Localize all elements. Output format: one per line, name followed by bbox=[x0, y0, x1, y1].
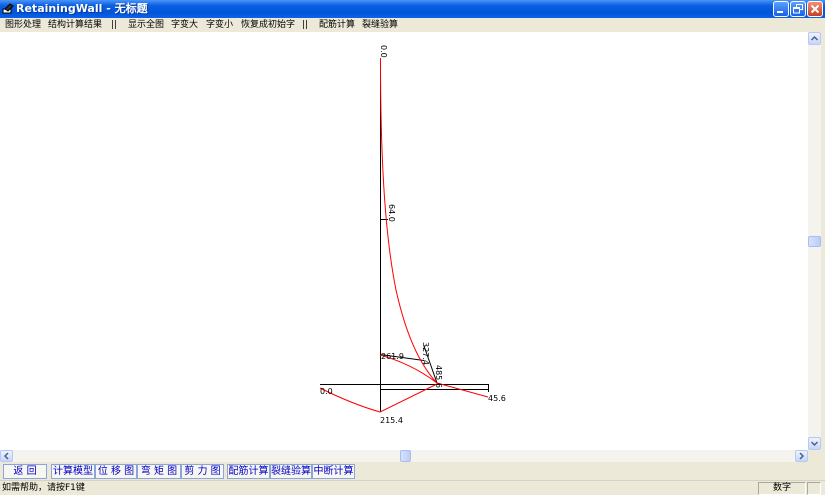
scroll-left-icon bbox=[3, 452, 9, 460]
bottom-toolbar: 返 回 计算模型 位 移 图 弯 矩 图 剪 力 图 配筋计算 裂缝验算 中断计… bbox=[0, 462, 825, 480]
scroll-right-icon-arrow bbox=[799, 452, 805, 460]
reinforcement-calc-tab[interactable]: 配筋计算 bbox=[227, 464, 270, 479]
close-button[interactable] bbox=[807, 1, 823, 17]
menu-separator: || bbox=[302, 20, 309, 30]
crack-check-tab[interactable]: 裂缝验算 bbox=[270, 464, 312, 479]
back-button[interactable]: 返 回 bbox=[3, 464, 47, 479]
menu-font-smaller[interactable]: 字变小 bbox=[206, 20, 233, 30]
close-icon bbox=[810, 4, 820, 14]
displacement-diagram-tab[interactable]: 位 移 图 bbox=[95, 464, 137, 479]
restore-button[interactable] bbox=[790, 1, 806, 17]
menu-show-full-view[interactable]: 显示全图 bbox=[128, 20, 164, 30]
horizontal-scrollbar[interactable] bbox=[0, 450, 808, 462]
interrupt-calc-tab[interactable]: 中断计算 bbox=[312, 464, 355, 479]
status-empty-panel bbox=[807, 482, 821, 495]
scroll-right-button[interactable] bbox=[795, 450, 808, 462]
scroll-down-icon bbox=[810, 441, 819, 447]
menu-graphics-processing[interactable]: 图形处理 bbox=[5, 20, 41, 30]
minimize-button[interactable] bbox=[773, 1, 789, 17]
window-title: RetainingWall - 无标题 bbox=[16, 2, 148, 15]
base-left-label: 0.0 bbox=[320, 387, 333, 396]
scroll-up-button[interactable] bbox=[808, 32, 821, 45]
wall-section-label: 261.9 bbox=[381, 352, 404, 361]
menu-bar: 图形处理 结构计算结果 || 显示全图 字变大 字变小 恢复成初始字 || 配筋… bbox=[0, 18, 825, 32]
wall-mid-label: 64.0 bbox=[387, 204, 396, 222]
minimize-icon-bar bbox=[777, 11, 783, 13]
close-icon-cross bbox=[810, 4, 820, 14]
vertical-scrollbar[interactable] bbox=[808, 32, 821, 450]
scroll-left-button[interactable] bbox=[0, 450, 13, 462]
scroll-down-button[interactable] bbox=[808, 437, 821, 450]
title-bar[interactable]: RetainingWall - 无标题 bbox=[0, 0, 825, 18]
scroll-left-icon-arrow bbox=[3, 452, 9, 460]
restore-icon-front-top bbox=[793, 7, 800, 9]
shear-diagram-tab[interactable]: 剪 力 图 bbox=[181, 464, 224, 479]
restore-icon bbox=[793, 4, 803, 14]
wall-lower-label: 327.4 bbox=[421, 342, 430, 365]
drawing-canvas[interactable]: 0.0 64.0 327.4 261.9 485.6 0.0 45.6 215.… bbox=[0, 32, 808, 450]
menu-reset-font[interactable]: 恢复成初始字 bbox=[241, 20, 295, 30]
status-mode-indicator: 数字 bbox=[772, 483, 791, 493]
canvas-background bbox=[0, 32, 808, 450]
vertical-scroll-thumb[interactable] bbox=[808, 236, 821, 247]
scroll-up-icon-arrow bbox=[810, 35, 819, 41]
menu-separator: || bbox=[111, 20, 118, 30]
menu-reinforcement-calc[interactable]: 配筋计算 bbox=[319, 20, 355, 30]
wall-top-label: 0.0 bbox=[379, 45, 388, 58]
scroll-down-icon-arrow bbox=[810, 441, 819, 447]
wall-base-label: 485.6 bbox=[434, 365, 443, 388]
structure-diagram: 0.0 64.0 327.4 261.9 485.6 0.0 45.6 215.… bbox=[0, 32, 808, 450]
menu-structural-results[interactable]: 结构计算结果 bbox=[48, 20, 102, 30]
menu-font-larger[interactable]: 字变大 bbox=[171, 20, 198, 30]
menu-crack-check[interactable]: 裂缝验算 bbox=[362, 20, 398, 30]
base-bottom-label: 215.4 bbox=[380, 416, 403, 425]
app-icon-handle bbox=[4, 3, 14, 12]
scroll-up-icon bbox=[810, 35, 819, 41]
status-mode-panel: 数字 bbox=[758, 482, 806, 495]
calc-model-tab[interactable]: 计算模型 bbox=[51, 464, 95, 479]
horizontal-scroll-thumb[interactable] bbox=[400, 450, 411, 462]
scrollbar-corner bbox=[808, 450, 821, 462]
base-right-label: 45.6 bbox=[488, 394, 506, 403]
status-bar: 如需帮助，请按F1键 数字 bbox=[0, 480, 825, 495]
moment-diagram-tab[interactable]: 弯 矩 图 bbox=[137, 464, 181, 479]
scroll-right-icon bbox=[799, 452, 805, 460]
status-help-text: 如需帮助，请按F1键 bbox=[2, 483, 85, 493]
minimize-icon bbox=[777, 11, 783, 13]
app-icon[interactable] bbox=[2, 2, 15, 15]
